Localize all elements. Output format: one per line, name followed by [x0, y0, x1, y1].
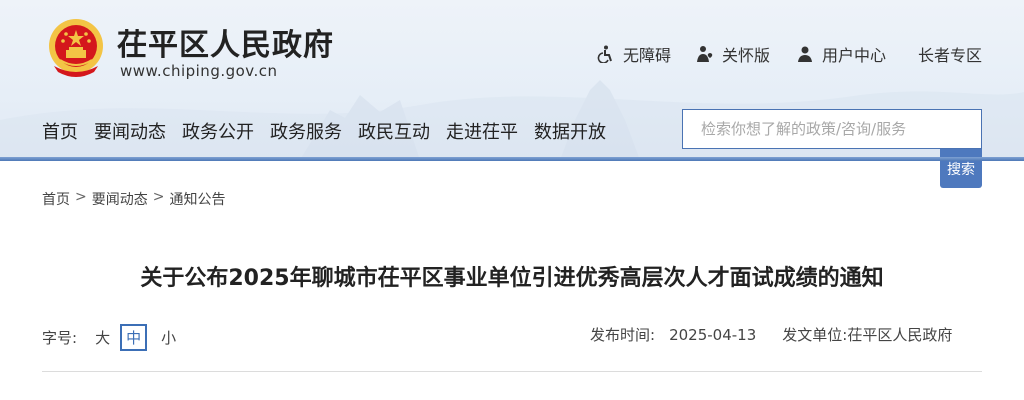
accessibility-label: 无障碍	[623, 46, 672, 65]
nav-item-interaction[interactable]: 政民互动	[358, 118, 430, 144]
elder-care-icon	[697, 46, 713, 62]
publish-date-label: 发布时间:	[590, 326, 656, 344]
breadcrumb-news[interactable]: 要闻动态	[92, 189, 148, 209]
main-nav: 首页 要闻动态 政务公开 政务服务 政民互动 走进茌平 数据开放	[42, 118, 622, 144]
issuer-label: 发文单位:	[782, 326, 848, 344]
nav-item-gov-affairs[interactable]: 政务公开	[182, 118, 254, 144]
font-size-small-button[interactable]: 小	[161, 327, 176, 348]
breadcrumb-notices[interactable]: 通知公告	[169, 189, 225, 209]
content-divider	[42, 371, 982, 372]
site-title[interactable]: 茌平区人民政府	[117, 20, 334, 64]
font-size-controls: 字号: 大 中 小	[42, 324, 190, 351]
accessibility-icon	[597, 45, 612, 63]
nav-item-open-data[interactable]: 数据开放	[534, 118, 606, 144]
nav-item-gov-services[interactable]: 政务服务	[270, 118, 342, 144]
accessibility-link[interactable]: 无障碍	[597, 42, 671, 66]
site-domain: www.chiping.gov.cn	[120, 62, 278, 80]
font-size-large-button[interactable]: 大	[95, 327, 110, 348]
font-size-label: 字号:	[42, 329, 78, 347]
national-emblem-icon	[49, 19, 103, 77]
header-divider	[0, 157, 1024, 161]
breadcrumb-separator: >	[75, 189, 87, 205]
search-input[interactable]	[701, 120, 963, 138]
breadcrumb-separator: >	[152, 189, 165, 205]
nav-item-home[interactable]: 首页	[42, 118, 78, 144]
publish-date: 2025-04-13	[669, 325, 757, 344]
breadcrumb: 首页 > 要闻动态 > 通知公告	[42, 189, 225, 209]
elder-care-link[interactable]: 关怀版	[696, 42, 770, 66]
breadcrumb-home[interactable]: 首页	[42, 189, 70, 209]
nav-item-about-chiping[interactable]: 走进茌平	[446, 118, 518, 144]
user-center-link[interactable]: 用户中心	[796, 42, 886, 66]
user-center-label: 用户中心	[822, 46, 887, 65]
user-icon	[798, 46, 812, 62]
senior-zone-label: 长者专区	[918, 46, 983, 65]
font-size-medium-button[interactable]: 中	[120, 324, 148, 351]
issuer: 茌平区人民政府	[847, 326, 953, 344]
senior-zone-link[interactable]: 长者专区	[918, 42, 982, 66]
nav-item-news[interactable]: 要闻动态	[94, 118, 166, 144]
search-button[interactable]: 搜索	[940, 149, 982, 188]
article-title: 关于公布2025年聊城市茌平区事业单位引进优秀高层次人才面试成绩的通知	[140, 266, 884, 291]
article-meta: 发布时间: 2025-04-13 发文单位: 茌平区人民政府	[590, 324, 952, 345]
search-box	[682, 109, 982, 149]
elder-care-label: 关怀版	[722, 46, 771, 65]
